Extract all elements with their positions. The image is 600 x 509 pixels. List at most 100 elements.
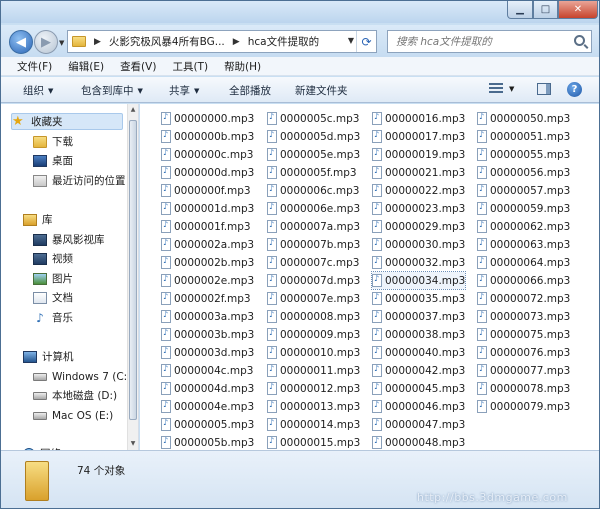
organize-button[interactable]: 组织 ▼ — [23, 83, 53, 98]
file-item[interactable]: 00000038.mp3 — [372, 326, 465, 343]
file-item[interactable]: 0000007b.mp3 — [267, 236, 360, 253]
close-button[interactable]: ✕ — [558, 1, 598, 19]
file-item[interactable]: 0000003d.mp3 — [161, 344, 254, 361]
file-item[interactable]: 00000019.mp3 — [372, 146, 465, 163]
scrollbar-thumb[interactable] — [129, 120, 137, 420]
file-item[interactable]: 0000005c.mp3 — [267, 110, 359, 127]
file-item[interactable]: 00000048.mp3 — [372, 434, 465, 450]
search-input[interactable] — [396, 35, 566, 48]
nav-drive-d[interactable]: 本地磁盘 (D:) — [33, 387, 117, 404]
file-item[interactable]: 00000035.mp3 — [372, 290, 465, 307]
file-item[interactable]: 00000077.mp3 — [477, 362, 570, 379]
file-item[interactable]: 0000001f.mp3 — [161, 218, 251, 235]
file-item[interactable]: 0000006c.mp3 — [267, 182, 359, 199]
file-item[interactable]: 00000072.mp3 — [477, 290, 570, 307]
file-item[interactable]: 00000057.mp3 — [477, 182, 570, 199]
preview-pane-icon[interactable] — [537, 83, 551, 95]
search-icon[interactable] — [574, 35, 585, 46]
navigation-scrollbar[interactable]: ▲ ▼ — [127, 104, 138, 450]
file-item[interactable]: 00000000.mp3 — [161, 110, 254, 127]
file-item[interactable]: 0000005f.mp3 — [267, 164, 357, 181]
file-item[interactable]: 00000056.mp3 — [477, 164, 570, 181]
menu-tools[interactable]: 工具(T) — [164, 59, 216, 74]
file-item[interactable]: 0000002b.mp3 — [161, 254, 254, 271]
nav-drive-e[interactable]: Mac OS (E:) — [33, 407, 113, 424]
nav-documents[interactable]: 文档 — [33, 289, 73, 306]
file-item[interactable]: 00000062.mp3 — [477, 218, 570, 235]
chevron-right-icon[interactable]: ▶ — [94, 37, 101, 47]
file-item[interactable]: 00000059.mp3 — [477, 200, 570, 217]
file-item[interactable]: 00000063.mp3 — [477, 236, 570, 253]
scroll-down-arrow-icon[interactable]: ▼ — [128, 438, 138, 450]
include-in-library-button[interactable]: 包含到库中 ▼ — [81, 83, 143, 98]
file-item[interactable]: 0000001d.mp3 — [161, 200, 254, 217]
file-item[interactable]: 0000005b.mp3 — [161, 434, 254, 450]
file-item[interactable]: 0000000f.mp3 — [161, 182, 251, 199]
view-options-icon[interactable] — [489, 83, 503, 95]
file-item[interactable]: 00000076.mp3 — [477, 344, 570, 361]
nav-downloads[interactable]: 下载 — [33, 133, 73, 150]
file-item[interactable]: 0000007c.mp3 — [267, 254, 359, 271]
minimize-button[interactable]: ▁ — [507, 1, 533, 19]
nav-recent[interactable]: 最近访问的位置 — [33, 172, 126, 189]
maximize-button[interactable]: □ — [533, 1, 558, 19]
file-item[interactable]: 00000075.mp3 — [477, 326, 570, 343]
file-item[interactable]: 0000004e.mp3 — [161, 398, 254, 415]
nav-music[interactable]: ♪ 音乐 — [33, 309, 73, 326]
menu-help[interactable]: 帮助(H) — [216, 59, 269, 74]
file-item[interactable]: 00000016.mp3 — [372, 110, 465, 127]
breadcrumb-current[interactable]: hca文件提取的 — [248, 34, 319, 49]
search-box[interactable] — [387, 30, 592, 53]
back-button[interactable]: ◀ — [9, 30, 33, 54]
file-item[interactable]: 0000000d.mp3 — [161, 164, 254, 181]
nav-libraries[interactable]: 库 — [23, 211, 53, 228]
file-item[interactable]: 00000009.mp3 — [267, 326, 360, 343]
file-item[interactable]: 00000005.mp3 — [161, 416, 254, 433]
file-item[interactable]: 00000029.mp3 — [372, 218, 465, 235]
file-item[interactable]: 00000046.mp3 — [372, 398, 465, 415]
file-item[interactable]: 00000050.mp3 — [477, 110, 570, 127]
recent-pages-dropdown[interactable]: ▼ — [59, 39, 64, 47]
file-item[interactable]: 0000002f.mp3 — [161, 290, 251, 307]
file-item[interactable]: 00000073.mp3 — [477, 308, 570, 325]
refresh-button[interactable]: ⟳ — [356, 31, 376, 52]
file-item[interactable]: 0000005d.mp3 — [267, 128, 360, 145]
file-item[interactable]: 0000007e.mp3 — [267, 290, 360, 307]
chevron-down-icon[interactable]: ▼ — [509, 85, 514, 93]
new-folder-button[interactable]: 新建文件夹 — [295, 83, 348, 98]
help-icon[interactable]: ? — [567, 82, 582, 97]
file-item[interactable]: 0000004c.mp3 — [161, 362, 253, 379]
file-item[interactable]: 00000034.mp3 — [370, 271, 467, 290]
file-item[interactable]: 00000015.mp3 — [267, 434, 360, 450]
file-item[interactable]: 00000012.mp3 — [267, 380, 360, 397]
file-item[interactable]: 0000003a.mp3 — [161, 308, 254, 325]
file-item[interactable]: 00000066.mp3 — [477, 272, 570, 289]
file-item[interactable]: 00000023.mp3 — [372, 200, 465, 217]
scroll-up-arrow-icon[interactable]: ▲ — [128, 104, 138, 116]
file-item[interactable]: 00000011.mp3 — [267, 362, 360, 379]
file-item[interactable]: 00000021.mp3 — [372, 164, 465, 181]
file-item[interactable]: 00000047.mp3 — [372, 416, 465, 433]
chevron-right-icon[interactable]: ▶ — [233, 37, 240, 47]
nav-favorites[interactable]: ★ 收藏夹 — [11, 113, 123, 130]
address-bar[interactable]: ▶ 火影究极风暴4所有BG... ▶ hca文件提取的 ▼ ⟳ — [67, 30, 377, 53]
file-item[interactable]: 0000005e.mp3 — [267, 146, 360, 163]
file-item[interactable]: 00000022.mp3 — [372, 182, 465, 199]
file-item[interactable]: 0000006e.mp3 — [267, 200, 360, 217]
file-item[interactable]: 0000000c.mp3 — [161, 146, 253, 163]
nav-baofeng[interactable]: 暴风影视库 — [33, 231, 105, 248]
file-item[interactable]: 00000008.mp3 — [267, 308, 360, 325]
address-dropdown-icon[interactable]: ▼ — [348, 36, 354, 45]
nav-desktop[interactable]: 桌面 — [33, 152, 73, 169]
file-item[interactable]: 0000007d.mp3 — [267, 272, 360, 289]
file-item[interactable]: 00000030.mp3 — [372, 236, 465, 253]
file-item[interactable]: 00000055.mp3 — [477, 146, 570, 163]
file-item[interactable]: 00000045.mp3 — [372, 380, 465, 397]
file-item[interactable]: 0000000b.mp3 — [161, 128, 254, 145]
file-item[interactable]: 00000042.mp3 — [372, 362, 465, 379]
file-item[interactable]: 00000051.mp3 — [477, 128, 570, 145]
nav-drive-c[interactable]: Windows 7 (C:) — [33, 368, 131, 385]
nav-videos[interactable]: 视频 — [33, 250, 73, 267]
play-all-button[interactable]: 全部播放 — [229, 83, 271, 98]
file-item[interactable]: 0000007a.mp3 — [267, 218, 360, 235]
